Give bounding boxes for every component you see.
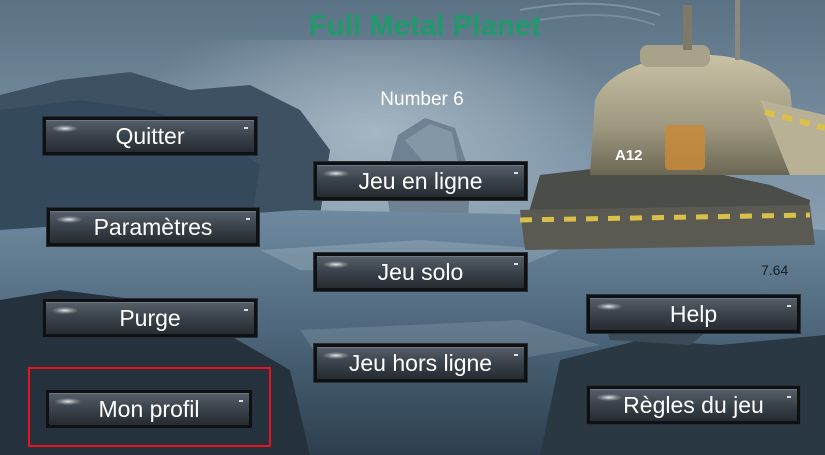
button-corner-icon <box>244 309 248 311</box>
button-corner-icon <box>244 127 248 129</box>
help-button[interactable]: Help <box>587 295 800 333</box>
profile-highlight-box <box>28 367 271 447</box>
button-glint-icon <box>56 216 82 223</box>
svg-text:A12: A12 <box>615 147 643 164</box>
button-corner-icon <box>514 354 518 356</box>
offline-game-button-label: Jeu hors ligne <box>348 349 493 376</box>
purge-button[interactable]: Purge <box>43 299 257 337</box>
button-glint-icon <box>323 352 349 359</box>
quit-button-label: Quitter <box>115 122 185 149</box>
button-corner-icon <box>514 172 518 174</box>
offline-game-button[interactable]: Jeu hors ligne <box>314 344 527 382</box>
app-title: Full Metal Planet <box>308 10 542 42</box>
settings-button-label: Paramètres <box>93 213 213 240</box>
rules-button[interactable]: Règles du jeu <box>587 386 800 424</box>
button-glint-icon <box>52 125 78 132</box>
button-glint-icon <box>52 307 78 314</box>
quit-button[interactable]: Quitter <box>43 117 257 155</box>
button-glint-icon <box>323 170 349 177</box>
button-glint-icon <box>596 394 622 401</box>
button-corner-icon <box>246 218 250 220</box>
button-corner-icon <box>514 263 518 265</box>
player-name: Number 6 <box>380 89 464 110</box>
online-game-button[interactable]: Jeu en ligne <box>314 162 527 200</box>
button-glint-icon <box>323 261 349 268</box>
settings-button[interactable]: Paramètres <box>47 208 259 246</box>
purge-button-label: Purge <box>119 304 181 331</box>
solo-game-button[interactable]: Jeu solo <box>314 253 527 291</box>
solo-game-button-label: Jeu solo <box>377 258 464 285</box>
button-corner-icon <box>787 396 791 398</box>
button-glint-icon <box>596 303 622 310</box>
button-corner-icon <box>787 305 791 307</box>
help-button-label: Help <box>669 300 718 327</box>
version-label: 7.64 <box>761 262 789 278</box>
online-game-button-label: Jeu en ligne <box>358 167 483 194</box>
rules-button-label: Règles du jeu <box>623 391 764 418</box>
